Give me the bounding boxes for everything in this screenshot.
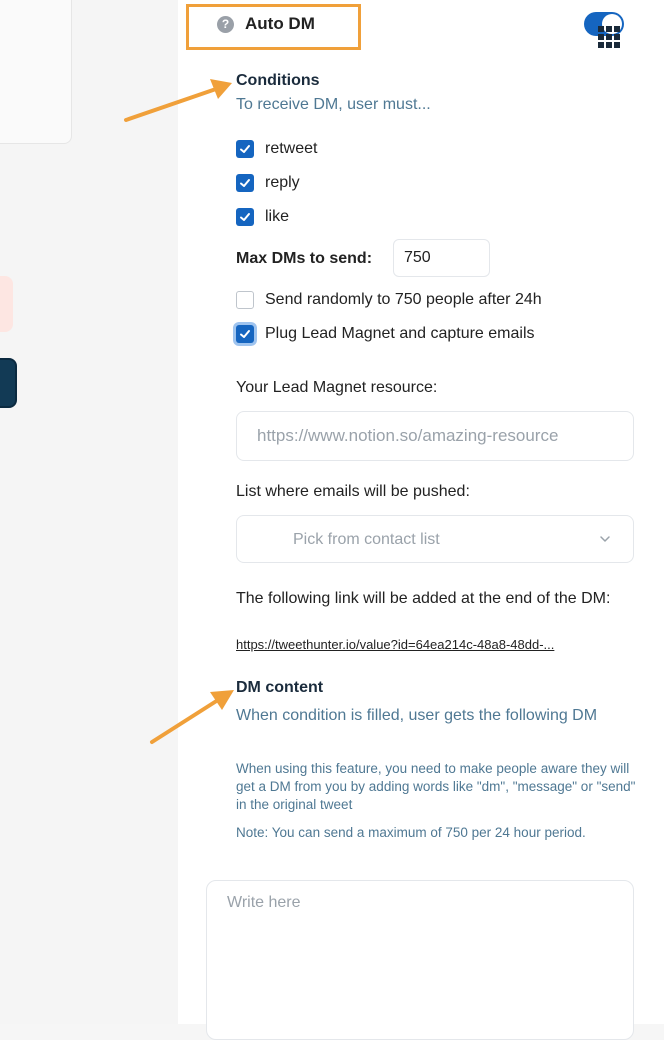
checkbox-label: reply xyxy=(265,174,300,191)
checkbox-row-reply[interactable]: reply xyxy=(236,174,300,192)
dm-message-textarea[interactable] xyxy=(206,880,634,1040)
check-icon xyxy=(240,330,250,338)
checkbox-row-retweet[interactable]: retweet xyxy=(236,140,317,158)
link-description: The following link will be added at the … xyxy=(236,590,611,607)
annotation-arrow-icon xyxy=(150,690,234,744)
checkbox-label: like xyxy=(265,208,290,225)
contact-list-placeholder: Pick from contact list xyxy=(293,531,440,548)
checkbox-row-send-randomly[interactable]: Send randomly to 750 people after 24h xyxy=(236,291,542,309)
conditions-heading: Conditions xyxy=(236,72,320,89)
checkbox-reply[interactable] xyxy=(236,174,254,192)
checkbox-label: Plug Lead Magnet and capture emails xyxy=(265,325,535,342)
lead-magnet-label: Your Lead Magnet resource: xyxy=(236,379,438,396)
help-icon[interactable]: ? xyxy=(217,16,234,33)
dm-content-heading: DM content xyxy=(236,679,324,696)
lead-magnet-url-input[interactable] xyxy=(236,411,634,461)
left-background-pane xyxy=(0,0,178,1024)
checkbox-send-randomly[interactable] xyxy=(236,291,254,309)
value-link[interactable]: https://tweethunter.io/value?id=64ea214c… xyxy=(236,637,632,652)
checkbox-row-lead-magnet[interactable]: Plug Lead Magnet and capture emails xyxy=(236,325,535,343)
dm-limit-note: Note: You can send a maximum of 750 per … xyxy=(236,825,586,840)
chevron-down-icon xyxy=(600,536,610,542)
left-card xyxy=(0,0,72,144)
checkbox-label: Send randomly to 750 people after 24h xyxy=(265,291,542,308)
left-pink-element xyxy=(0,276,13,332)
max-dms-label: Max DMs to send: xyxy=(236,250,373,267)
conditions-subheading: To receive DM, user must... xyxy=(236,96,431,113)
checkbox-label: retweet xyxy=(265,140,318,157)
check-icon xyxy=(240,179,250,187)
annotation-arrow-icon xyxy=(124,79,232,122)
email-list-label: List where emails will be pushed: xyxy=(236,483,470,500)
max-dms-input[interactable] xyxy=(393,239,490,277)
left-dark-button[interactable] xyxy=(0,358,17,408)
check-icon xyxy=(240,145,250,153)
page-title: Auto DM xyxy=(245,14,315,33)
checkbox-retweet[interactable] xyxy=(236,140,254,158)
checkbox-lead-magnet[interactable] xyxy=(236,325,254,343)
checkbox-row-like[interactable]: like xyxy=(236,208,289,226)
checkbox-like[interactable] xyxy=(236,208,254,226)
grid-icon[interactable] xyxy=(598,26,620,48)
check-icon xyxy=(240,213,250,221)
dm-awareness-note: When using this feature, you need to mak… xyxy=(236,761,636,812)
dm-content-subheading: When condition is filled, user gets the … xyxy=(236,707,598,724)
contact-list-select[interactable]: Pick from contact list xyxy=(236,515,634,563)
